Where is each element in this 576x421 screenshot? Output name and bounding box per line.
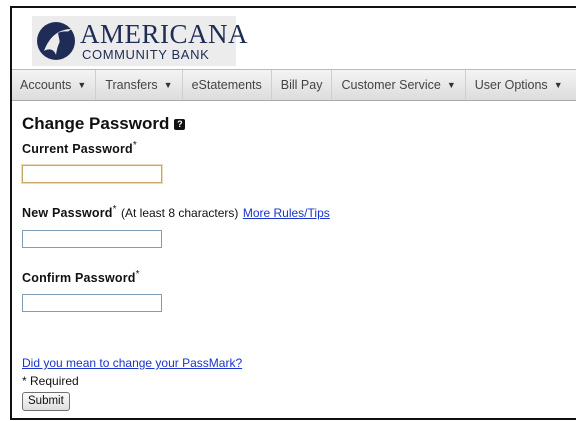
question-icon[interactable]: ?: [174, 118, 186, 130]
required-note: * Required: [22, 374, 79, 388]
bank-logo[interactable]: AMERICANA COMMUNITY BANK: [32, 16, 248, 66]
required-mark: *: [132, 140, 137, 151]
bank-name-line2: COMMUNITY BANK: [82, 47, 210, 62]
new-password-note: (At least 8 characters): [121, 206, 239, 220]
nav-user-options[interactable]: User Options ▼: [466, 70, 572, 100]
main-nav: Accounts ▼ Transfers ▼ eStatements Bill …: [12, 69, 576, 101]
change-password-form: Change Password ? Current Password* New …: [22, 114, 562, 411]
new-password-label: New Password* (At least 8 characters) Mo…: [22, 204, 562, 222]
new-password-input[interactable]: [22, 230, 162, 248]
chevron-down-icon: ▼: [77, 80, 87, 90]
nav-bill-pay-label: Bill Pay: [280, 78, 323, 92]
more-rules-tips-link[interactable]: More Rules/Tips: [243, 206, 330, 220]
chevron-down-icon: ▼: [553, 80, 563, 90]
change-passmark-link[interactable]: Did you mean to change your PassMark?: [22, 356, 242, 370]
nav-transfers-label: Transfers: [105, 78, 158, 92]
required-mark: *: [135, 269, 140, 280]
eagle-logo-icon: [37, 22, 75, 60]
page-title: Change Password ?: [22, 114, 562, 134]
nav-estatements[interactable]: eStatements: [183, 70, 272, 100]
confirm-password-label: Confirm Password*: [22, 269, 562, 287]
current-password-label: Current Password*: [22, 140, 562, 158]
nav-accounts[interactable]: Accounts ▼: [12, 70, 97, 100]
header: AMERICANA COMMUNITY BANK: [12, 8, 576, 66]
page-title-text: Change Password: [22, 114, 170, 133]
current-password-label-text: Current Password: [22, 142, 133, 156]
nav-accounts-label: Accounts: [20, 78, 72, 92]
new-password-label-text: New Password: [22, 206, 113, 220]
chevron-down-icon: ▼: [446, 80, 456, 90]
nav-estatements-label: eStatements: [191, 78, 262, 92]
required-mark: *: [112, 204, 117, 215]
nav-customer-service[interactable]: Customer Service ▼: [332, 70, 466, 100]
nav-transfers[interactable]: Transfers ▼: [96, 70, 183, 100]
nav-customer-service-label: Customer Service: [341, 78, 441, 92]
browser-frame: AMERICANA COMMUNITY BANK Accounts ▼ Tran…: [10, 6, 576, 420]
current-password-input[interactable]: [22, 165, 162, 183]
confirm-password-label-text: Confirm Password: [22, 271, 136, 285]
chevron-down-icon: ▼: [163, 80, 173, 90]
nav-bill-pay[interactable]: Bill Pay: [272, 70, 333, 100]
submit-button[interactable]: Submit: [22, 391, 70, 411]
confirm-password-input[interactable]: [22, 294, 162, 312]
bank-name-line1: AMERICANA: [80, 19, 249, 49]
nav-user-options-label: User Options: [474, 78, 548, 92]
